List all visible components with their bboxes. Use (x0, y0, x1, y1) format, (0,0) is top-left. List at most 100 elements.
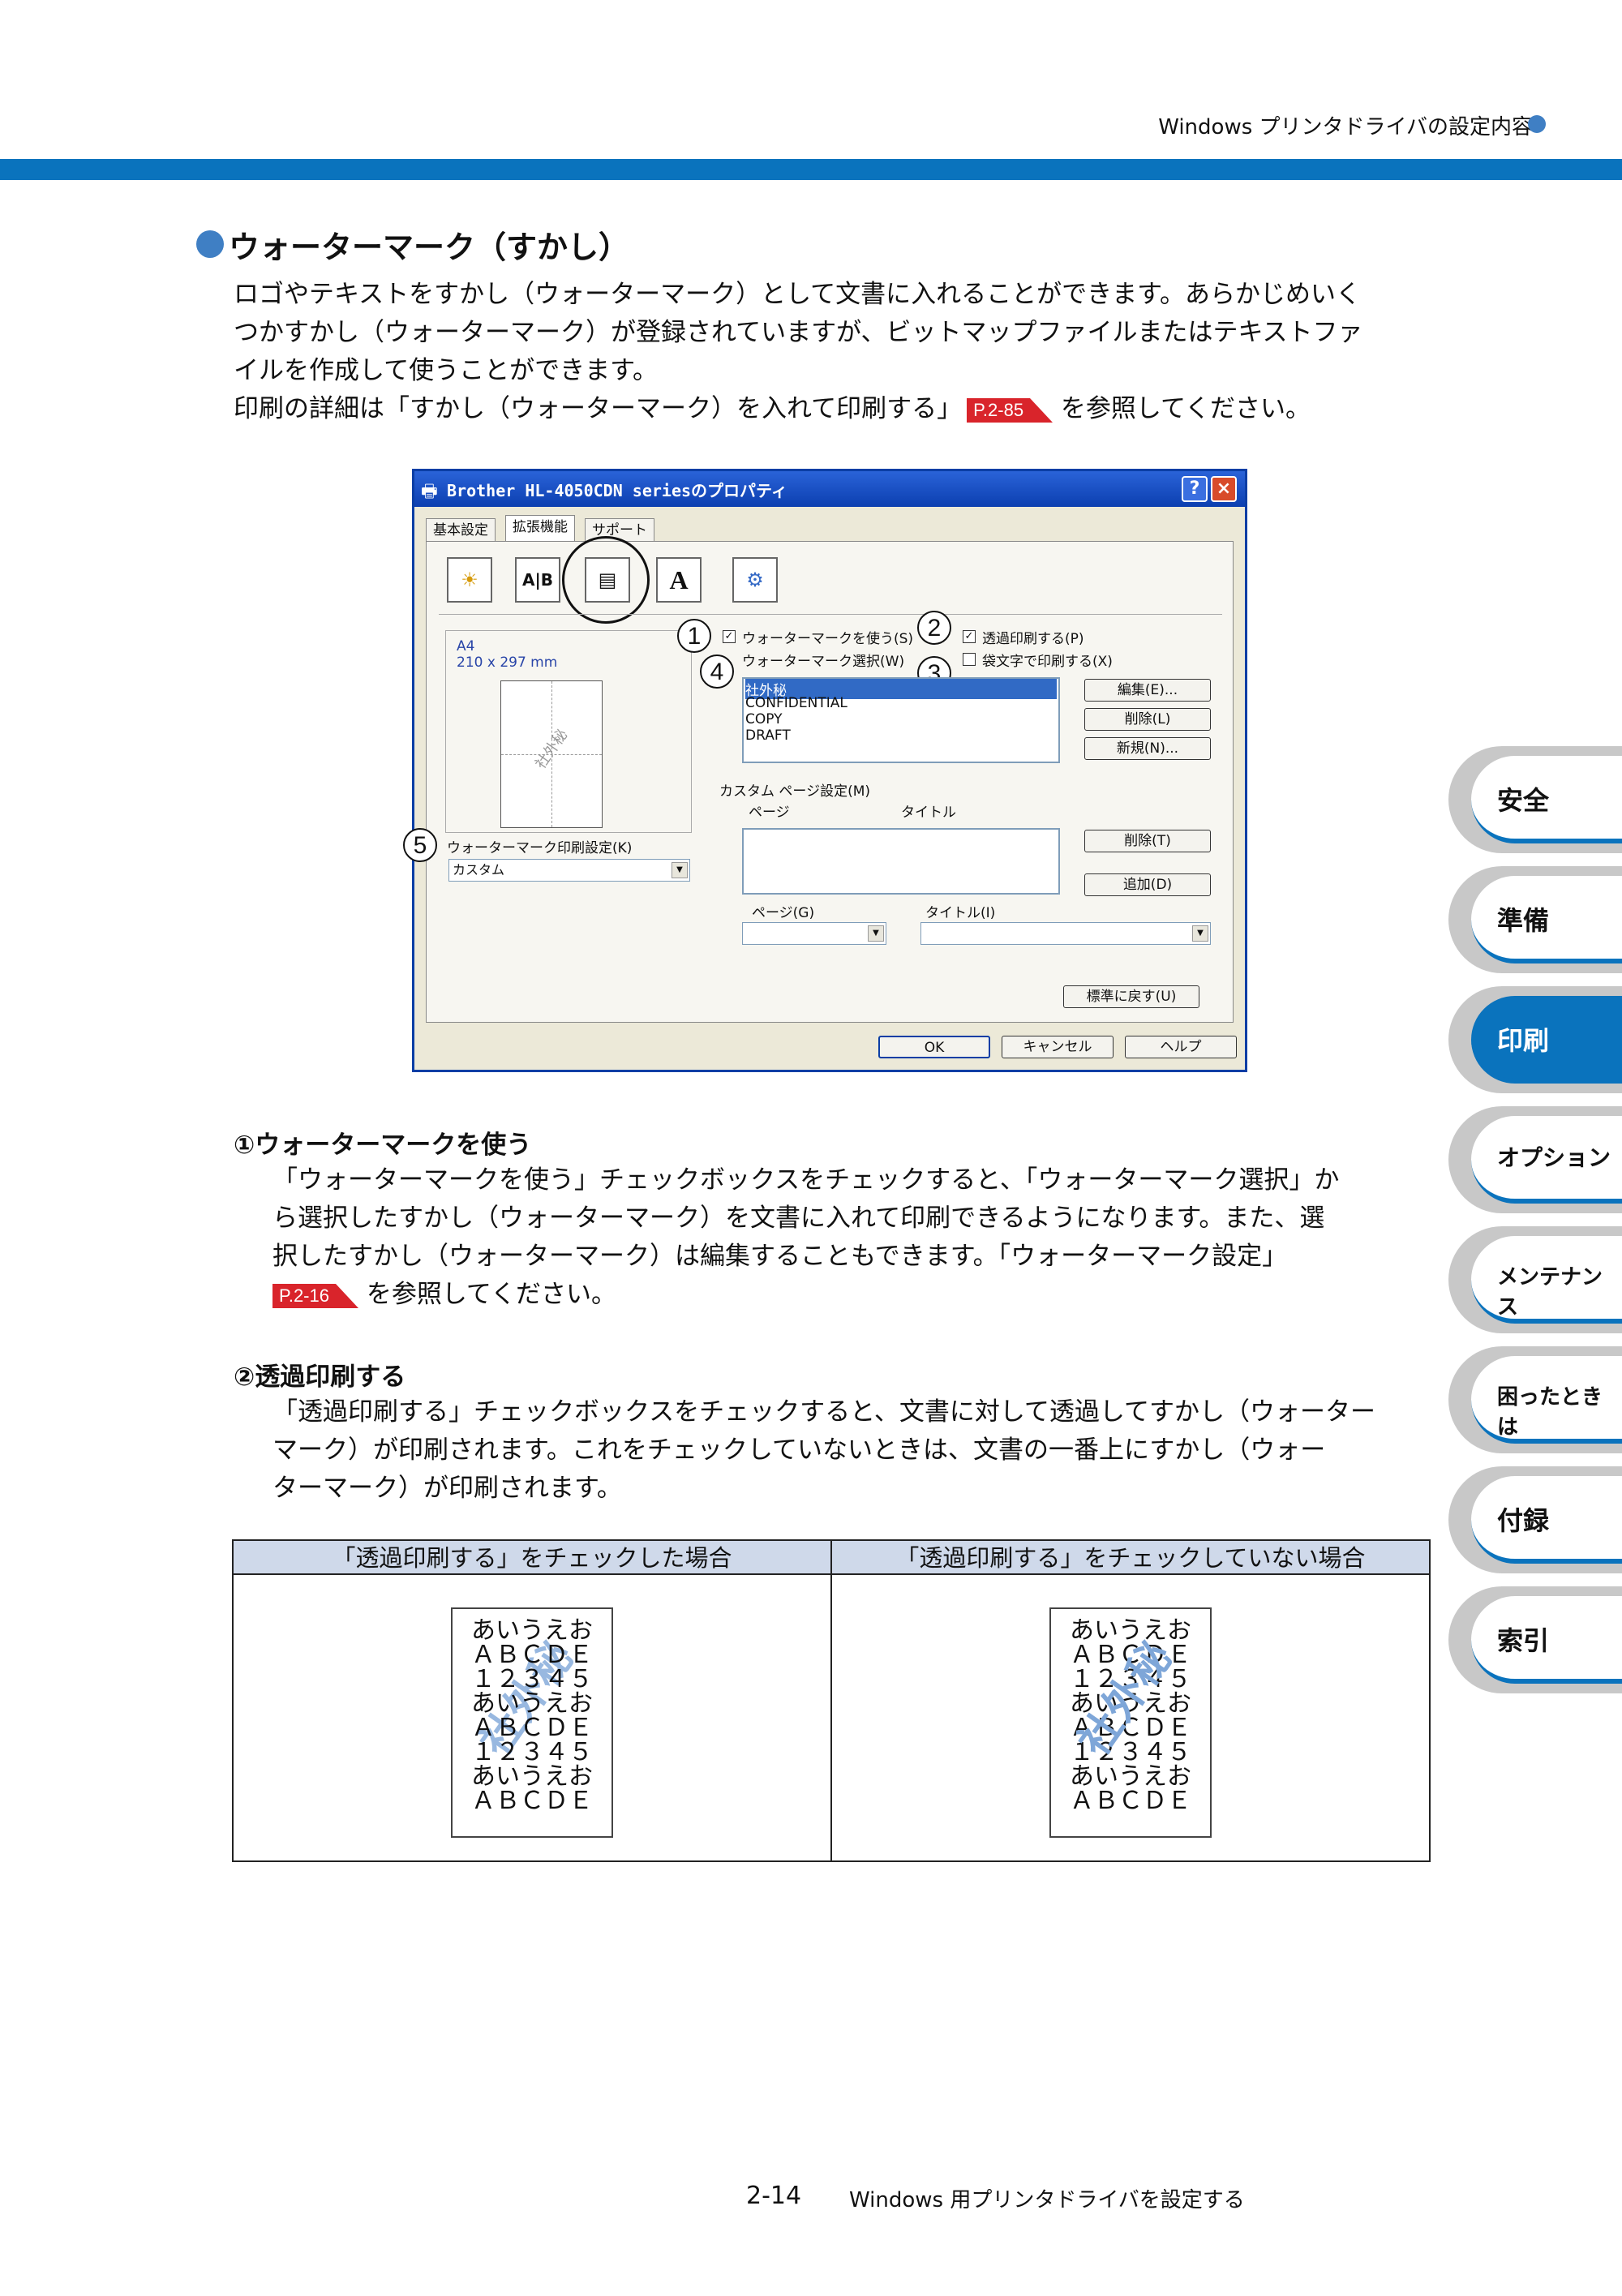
side-tab-prepare[interactable]: 準備 (1448, 866, 1622, 973)
use-watermark-checkbox[interactable]: ✓ (723, 630, 736, 643)
side-tab-trouble[interactable]: 困ったときは (1448, 1346, 1622, 1453)
page-combo-label: ページ(G) (752, 905, 815, 921)
section-bullet-icon (196, 230, 224, 258)
tools-icon[interactable]: ⚙ (732, 557, 778, 603)
font-icon[interactable]: A (656, 557, 702, 603)
title-combo[interactable]: ▼ (920, 922, 1211, 945)
side-tab-label: 準備 (1497, 905, 1550, 936)
cancel-button[interactable]: キャンセル (1002, 1036, 1114, 1058)
default-button[interactable]: 標準に戻す(U) (1063, 985, 1199, 1008)
item2-line-1: 「透過印刷する」チェックボックスをチェックすると、文書に対して透過してすかし（ウ… (272, 1397, 1375, 1427)
item2-line-3: ターマーク）が印刷されます。 (272, 1474, 622, 1503)
print-setting-label: ウォーターマーク印刷設定(K) (447, 840, 633, 856)
list-item[interactable]: DRAFT (745, 727, 791, 744)
section-title: ウォーターマーク（すかし） (229, 230, 630, 265)
custom-page-label: カスタム ページ設定(M) (719, 783, 870, 800)
callout-5: 5 (403, 828, 437, 862)
side-tab-label: 困ったときは (1497, 1385, 1603, 1440)
item2-heading: ②透過印刷する (234, 1363, 406, 1392)
sample-transparent: あいうえお ＡＢＣＤＥ １２３４５ あいうえお ＡＢＣＤＥ １２３４５ あいうえ… (451, 1607, 613, 1838)
intro-line-1: ロゴやテキストをすかし（ウォーターマーク）として文書に入れることができます。あら… (234, 280, 1362, 309)
selected-icon-highlight (562, 536, 650, 624)
col2-header: 「透過印刷する」をチェックしていない場合 (832, 1541, 1429, 1575)
side-tab-appendix[interactable]: 付録 (1448, 1466, 1622, 1573)
sample-line: ＡＢＣＤＥ (471, 1787, 593, 1815)
intro-ref-text: 印刷の詳細は「すかし（ウォーターマーク）を入れて印刷する」 (234, 394, 963, 423)
item1-ref-post: を参照してください。 (366, 1280, 616, 1309)
sample-line: １２３４５ (471, 1738, 593, 1766)
intro-ref-post: を参照してください。 (1060, 394, 1311, 423)
sample-line: あいうえお (471, 1762, 593, 1791)
header-bar (0, 159, 1622, 180)
callout-1: 1 (677, 619, 711, 653)
new-button[interactable]: 新規(N)... (1084, 737, 1211, 760)
use-watermark-label: ウォーターマークを使う(S) (742, 631, 914, 647)
item2-line-2: マーク）が印刷されます。これをチェックしていないときは、文書の一番上にすかし（ウ… (272, 1436, 1326, 1465)
item1-line-2: ら選択したすかし（ウォーターマーク）を文書に入れて印刷できるようになります。また… (272, 1204, 1325, 1233)
page-ref-link[interactable]: P.2-16 (272, 1283, 358, 1308)
side-tab-print[interactable]: 印刷 (1448, 986, 1622, 1093)
delete2-button[interactable]: 削除(T) (1084, 830, 1211, 852)
transparent-checkbox[interactable]: ✓ (963, 630, 976, 643)
tab-advanced[interactable]: 拡張機能 (505, 515, 575, 542)
side-tab-maintenance[interactable]: メンテナンス (1448, 1226, 1622, 1333)
edit-button[interactable]: 編集(E)... (1084, 679, 1211, 702)
item1-line-1: 「ウォーターマークを使う」チェックボックスをチェックすると、「ウォーターマーク選… (272, 1165, 1340, 1195)
dialog-title: Brother HL-4050CDN seriesのプロパティ (447, 481, 787, 500)
side-tab-index[interactable]: 索引 (1448, 1586, 1622, 1693)
item1-line-3: 択したすかし（ウォーターマーク）は編集することもできます。「ウォーターマーク設定… (272, 1242, 1288, 1271)
header-bullet-icon (1528, 115, 1546, 133)
callout-4: 4 (700, 654, 734, 689)
ok-button[interactable]: OK (878, 1036, 990, 1058)
ab-icon[interactable]: A|B (515, 557, 560, 603)
sample-line: あいうえお (1070, 1762, 1191, 1791)
list-item[interactable]: CONFIDENTIAL (745, 695, 847, 711)
add-button[interactable]: 追加(D) (1084, 873, 1211, 896)
delete-button[interactable]: 削除(L) (1084, 708, 1211, 731)
sample-line: １２３４５ (1070, 1738, 1191, 1766)
intro-line-3: イルを作成して使うことができます。 (234, 356, 658, 385)
close-button[interactable]: × (1211, 476, 1237, 502)
chevron-down-icon[interactable]: ▼ (672, 862, 688, 878)
divider (439, 614, 1222, 615)
col-title-header: タイトル (901, 805, 956, 821)
footer-title: Windows 用プリンタドライバを設定する (849, 2188, 1245, 2212)
properties-dialog: 🖶 Brother HL-4050CDN seriesのプロパティ ? × 基本… (403, 469, 1247, 1072)
help2-button[interactable]: ヘルプ (1125, 1036, 1237, 1058)
side-tab-label: オプション (1497, 1144, 1611, 1171)
side-tab-option[interactable]: オプション (1448, 1106, 1622, 1213)
print-setting-value: カスタム (453, 862, 505, 878)
side-tab-safety[interactable]: 安全 (1448, 746, 1622, 853)
chevron-down-icon[interactable]: ▼ (868, 925, 884, 942)
printer-icon: 🖶 (421, 482, 438, 502)
sun-icon[interactable]: ☀ (447, 557, 492, 603)
watermark-list[interactable]: 社外秘 CONFIDENTIAL COPY DRAFT (742, 677, 1060, 763)
table-divider (830, 1541, 832, 1860)
sample-overlay: あいうえお ＡＢＣＤＥ １２３４５ あいうえお ＡＢＣＤＥ １２３４５ あいうえ… (1049, 1607, 1212, 1838)
item1-heading: ①ウォーターマークを使う (234, 1131, 532, 1160)
outline-checkbox[interactable] (963, 653, 976, 666)
col-page-header: ページ (749, 805, 790, 821)
side-tab-label: 付録 (1497, 1505, 1550, 1536)
intro-line-2: つかすかし（ウォーターマーク）が登録されていますが、ビットマップファイルまたはテ… (234, 318, 1363, 347)
side-tab-label: 索引 (1497, 1625, 1550, 1656)
page-ref-link[interactable]: P.2-85 (967, 397, 1053, 423)
help-button[interactable]: ? (1182, 476, 1208, 502)
item1-ref-line: P.2-16 を参照してください。 (272, 1276, 1424, 1314)
transparent-label: 透過印刷する(P) (982, 631, 1084, 647)
paper-size: A4 (457, 638, 475, 654)
list-item[interactable]: COPY (745, 711, 783, 727)
preview-watermark: 社外秘 (532, 726, 572, 772)
comparison-table: 「透過印刷する」をチェックした場合 「透過印刷する」をチェックしていない場合 あ… (232, 1539, 1431, 1862)
print-setting-combo[interactable]: カスタム ▼ (448, 859, 690, 882)
tab-basic[interactable]: 基本設定 (426, 518, 496, 542)
sample-line: ＡＢＣＤＥ (1070, 1787, 1191, 1815)
side-tab-label: 安全 (1497, 785, 1550, 816)
intro-ref-line: 印刷の詳細は「すかし（ウォーターマーク）を入れて印刷する」 P.2-85 を参照し… (234, 390, 1442, 428)
sample-line: あいうえお (1070, 1616, 1191, 1645)
page-combo[interactable]: ▼ (742, 922, 886, 945)
paper-preview: 社外秘 (500, 680, 603, 828)
custom-page-list[interactable] (742, 828, 1060, 895)
paper-dimensions: 210 x 297 mm (457, 654, 558, 671)
chevron-down-icon[interactable]: ▼ (1192, 925, 1208, 942)
